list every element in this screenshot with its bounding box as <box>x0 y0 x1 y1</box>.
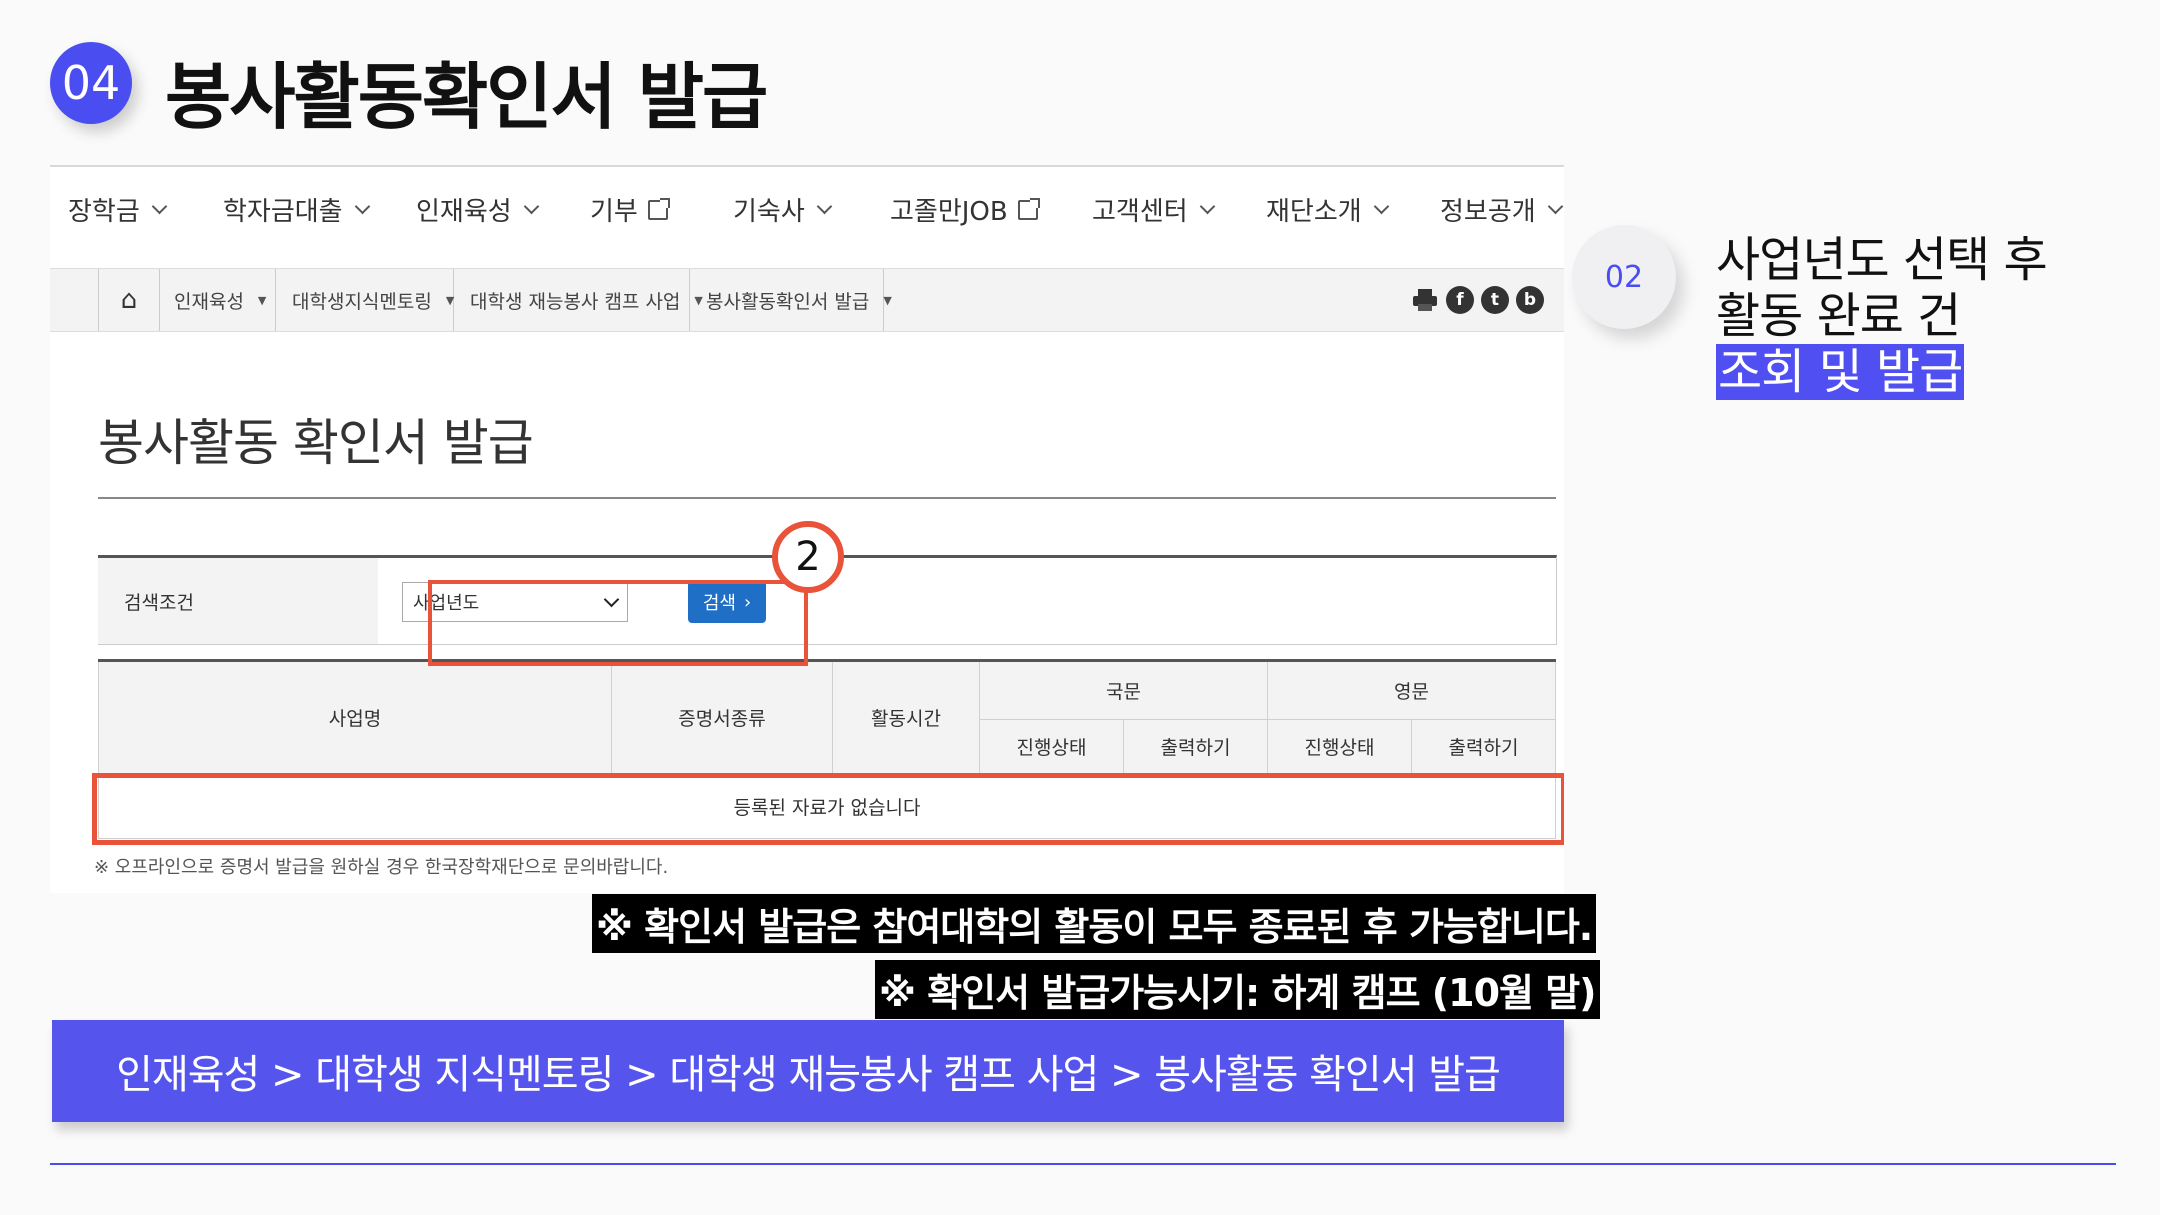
nav-item-scholarship[interactable]: 장학금 <box>68 191 168 228</box>
menu-path-bar: 인재육성 > 대학생 지식멘토링 > 대학생 재능봉사 캠프 사업 > 봉사활동… <box>52 1020 1564 1122</box>
main-navigation: 장학금 학자금대출 인재육성 기부 기숙사 고졸만JOB 고객센터 재단소개 정… <box>50 191 1564 251</box>
home-icon[interactable]: ⌂ <box>98 269 160 331</box>
nav-item-job[interactable]: 고졸만JOB <box>890 191 1040 228</box>
highlight-box-empty-row <box>92 773 1564 845</box>
step-description: 사업년도 선택 후 활동 완료 건 조회 및 발급 <box>1716 232 2048 400</box>
highlight-box-search <box>428 580 808 666</box>
column-header-korean-status: 진행상태 <box>979 718 1124 775</box>
blog-icon[interactable]: b <box>1516 286 1544 314</box>
nav-item-dormitory[interactable]: 기숙사 <box>733 191 833 228</box>
divider <box>98 497 1556 499</box>
breadcrumb-item-camp[interactable]: 대학생 재능봉사 캠프 사업 ▼ <box>454 269 703 331</box>
column-header-hours: 활동시간 <box>832 659 980 775</box>
callout-number: 2 <box>772 521 844 593</box>
breadcrumb: ⌂ 인재육성 ▼ 대학생지식멘토링 ▼ 대학생 재능봉사 캠프 사업 ▼ 봉사활동확인… <box>50 268 1564 332</box>
external-link-icon <box>1017 197 1040 220</box>
chevron-down-icon <box>1547 198 1563 215</box>
column-header-cert-type: 증명서종류 <box>611 659 833 775</box>
notice-issue-condition: ※ 확인서 발급은 참여대학의 활동이 모두 종료된 후 가능합니다. <box>592 894 1597 953</box>
column-header-english: 영문 <box>1267 660 1556 720</box>
external-link-icon <box>647 197 670 220</box>
slide-title: 봉사활동확인서 발급 <box>165 55 768 139</box>
sub-step-badge: 02 <box>1572 225 1676 329</box>
column-header-business: 사업명 <box>98 659 612 775</box>
column-header-korean-print: 출력하기 <box>1123 718 1268 775</box>
nav-item-disclosure[interactable]: 정보공개 <box>1440 191 1563 228</box>
column-header-english-print: 출력하기 <box>1411 718 1556 775</box>
page-heading: 봉사활동 확인서 발급 <box>98 414 534 472</box>
print-icon[interactable] <box>1413 289 1437 311</box>
breadcrumb-item-mentoring[interactable]: 대학생지식멘토링 ▼ <box>276 269 454 331</box>
nav-item-student-loan[interactable]: 학자금대출 <box>223 191 370 228</box>
search-condition-label: 검색조건 <box>98 558 378 644</box>
breadcrumb-item-talent[interactable]: 인재육성 ▼ <box>158 269 276 331</box>
chevron-down-icon <box>354 198 370 215</box>
nav-item-donation[interactable]: 기부 <box>590 191 670 228</box>
twitter-icon[interactable]: t <box>1481 286 1509 314</box>
nav-item-talent[interactable]: 인재육성 <box>416 191 539 228</box>
chevron-down-icon <box>1373 198 1389 215</box>
facebook-icon[interactable]: f <box>1446 286 1474 314</box>
notice-issue-period: ※ 확인서 발급가능시기: 하계 캠프 (10월 말) <box>875 960 1600 1019</box>
chevron-down-icon <box>523 198 539 215</box>
offline-note: ※ 오프라인으로 증명서 발급을 원하실 경우 한국장학재단으로 문의바랍니다. <box>94 857 669 878</box>
nav-item-customer-center[interactable]: 고객센터 <box>1092 191 1215 228</box>
description-line: 활동 완료 건 <box>1716 288 1961 344</box>
chevron-down-icon <box>1199 198 1215 215</box>
step-badge: 04 <box>50 42 132 124</box>
chevron-down-icon <box>151 198 168 215</box>
bottom-divider <box>50 1163 2116 1165</box>
chevron-down-icon <box>816 198 833 215</box>
caret-down-icon: ▼ <box>883 293 892 307</box>
description-highlight: 조회 및 발급 <box>1716 344 1965 400</box>
description-line: 사업년도 선택 후 <box>1716 232 2048 288</box>
breadcrumb-item-certificate[interactable]: 봉사활동확인서 발급 ▼ <box>690 269 892 331</box>
caret-down-icon: ▼ <box>257 293 267 307</box>
column-header-english-status: 진행상태 <box>1267 718 1412 775</box>
nav-item-about[interactable]: 재단소개 <box>1266 191 1389 228</box>
website-screenshot: 장학금 학자금대출 인재육성 기부 기숙사 고졸만JOB 고객센터 재단소개 정… <box>50 165 1564 893</box>
divider <box>50 165 1564 167</box>
column-header-korean: 국문 <box>979 660 1268 720</box>
